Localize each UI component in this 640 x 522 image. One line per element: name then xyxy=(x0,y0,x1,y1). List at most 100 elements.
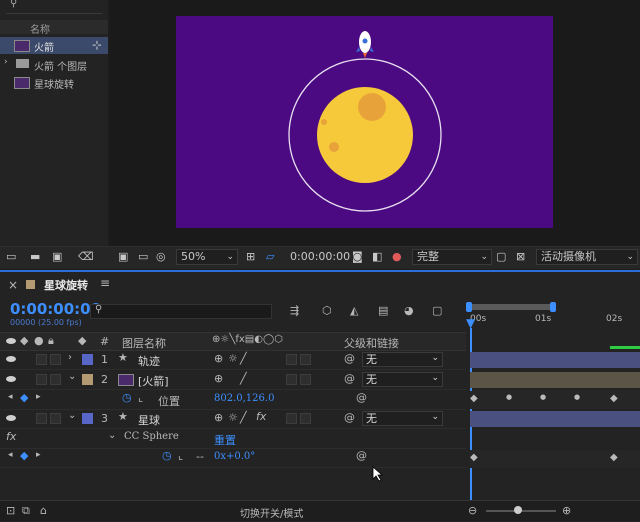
preview-icon[interactable]: ▣ xyxy=(118,250,128,263)
render-time-icon[interactable]: ⊡ xyxy=(6,504,15,517)
keyframe-prev-icon[interactable]: ◂ xyxy=(8,450,13,460)
lock-icon[interactable]: 🔒︎ xyxy=(48,334,54,348)
keyframe-icon[interactable]: ◆ xyxy=(470,452,478,463)
property-row-rotation[interactable]: ◂ ◆ ▸ ◷ ⌞ -- 0x+0.0° @ xyxy=(0,448,466,468)
project-search-field[interactable]: ⚲ xyxy=(6,0,102,14)
position-value[interactable]: 802.0,126.0 xyxy=(214,393,274,404)
label-icon[interactable]: ◆ xyxy=(78,334,86,347)
graph-editor-icon[interactable]: ⇶ xyxy=(290,304,299,317)
zoom-in-icon[interactable]: ⊕ xyxy=(562,504,571,517)
keyframe-icon[interactable]: ● xyxy=(574,393,580,401)
flowchart-icon[interactable]: ⊹ xyxy=(92,38,102,52)
mask-icon[interactable]: ◎ xyxy=(156,250,166,263)
quality-icon[interactable]: ☼ xyxy=(228,411,238,424)
keyframe-track[interactable]: ◆ ◆ xyxy=(470,450,640,468)
collapse-icon[interactable]: ⊕ xyxy=(214,352,223,365)
parent-select[interactable]: 无 ⌄ xyxy=(362,411,443,426)
keyframe-prev-icon[interactable]: ◂ xyxy=(8,392,13,402)
eye-icon[interactable] xyxy=(6,376,16,382)
effect-name[interactable]: CC Sphere xyxy=(124,431,179,442)
keyframe-add-icon[interactable]: ◆ xyxy=(20,449,28,462)
effect-row[interactable]: fx ⌄ CC Sphere 重置 xyxy=(0,429,466,449)
stopwatch-icon[interactable]: ◷ xyxy=(162,449,172,462)
fx-icon[interactable]: fx xyxy=(256,410,266,423)
time-navigator-start-handle[interactable] xyxy=(466,302,472,312)
eye-icon[interactable] xyxy=(6,338,16,344)
toggle-box[interactable] xyxy=(50,374,61,385)
graph-icon[interactable]: ⌞ xyxy=(138,391,143,404)
layer-search-input[interactable]: ⚲ xyxy=(90,304,272,319)
graph-icon[interactable]: ⌞ xyxy=(178,449,183,462)
trash-icon[interactable]: ⌫ xyxy=(78,250,94,263)
toggle-box[interactable] xyxy=(36,374,47,385)
channel-icon[interactable]: ● xyxy=(392,250,402,263)
composition-icon[interactable]: ▣ xyxy=(52,250,62,263)
pickwhip-icon[interactable]: @ xyxy=(356,449,367,462)
keyframe-next-icon[interactable]: ▸ xyxy=(36,392,41,402)
pickwhip-icon[interactable]: @ xyxy=(344,372,355,385)
brainstorm-icon[interactable]: ▢ xyxy=(432,304,442,317)
grid-icon[interactable]: ⊞ xyxy=(246,250,255,263)
time-navigator-bar[interactable] xyxy=(470,304,554,310)
resolution-select[interactable]: 完整 ⌄ xyxy=(412,249,492,265)
folder-icon[interactable]: ▬ xyxy=(30,250,40,263)
fx-icon[interactable]: fx xyxy=(6,430,16,443)
label-color-swatch[interactable] xyxy=(82,413,93,424)
layer-name[interactable]: 轨迹 xyxy=(138,353,160,369)
keyframe-icon[interactable]: ◆ xyxy=(610,452,618,463)
monitor-icon[interactable]: ▭ xyxy=(138,250,148,263)
time-navigator-end-handle[interactable] xyxy=(550,302,556,312)
layer-bar[interactable] xyxy=(470,352,640,368)
collapse-icon[interactable]: ⊕ xyxy=(214,372,223,385)
layer-switches-icon[interactable]: ⌂ xyxy=(40,504,47,517)
solo-icon[interactable]: ● xyxy=(34,334,44,347)
region-of-interest-icon[interactable]: ▢ xyxy=(496,250,506,263)
close-icon[interactable]: × xyxy=(8,278,18,292)
layer-name[interactable]: [火箭] xyxy=(138,373,169,389)
keyframe-icon[interactable]: ◆ xyxy=(610,393,618,404)
pickwhip-icon[interactable]: @ xyxy=(356,391,367,404)
toggle-box[interactable] xyxy=(50,413,61,424)
collapse-icon[interactable]: ⊕ xyxy=(214,411,223,424)
parent-select[interactable]: 无 ⌄ xyxy=(362,352,443,367)
switches-icon[interactable]: ⊕☼╲fx▤◐◯⬡ xyxy=(212,334,283,345)
menu-icon[interactable]: ≡ xyxy=(100,276,110,290)
property-row-position[interactable]: ◂ ◆ ▸ ◷ ⌞ 位置 802.0,126.0 @ xyxy=(0,390,466,410)
label-color-swatch[interactable] xyxy=(82,374,93,385)
camera-select[interactable]: 活动摄像机 ⌄ xyxy=(536,249,638,265)
pickwhip-icon[interactable]: @ xyxy=(344,411,355,424)
chevron-down-icon[interactable]: ⌄ xyxy=(68,410,76,421)
transparency-grid-icon[interactable]: ⊠ xyxy=(516,250,525,263)
toggle-box[interactable] xyxy=(286,374,297,385)
column-parent[interactable]: 父级和链接 xyxy=(344,335,399,351)
layer-row[interactable]: ⌄ 3 ★ 星球 ⊕ ☼ ╱ fx @ 无 ⌄ xyxy=(0,409,466,429)
effect-reset-link[interactable]: 重置 xyxy=(214,432,236,448)
rotation-value[interactable]: 0x+0.0° xyxy=(214,451,255,462)
toggle-box[interactable] xyxy=(286,413,297,424)
audio-icon[interactable]: ◆ xyxy=(20,334,28,347)
pickwhip-icon[interactable]: @ xyxy=(344,352,355,365)
chevron-right-icon[interactable]: › xyxy=(68,352,72,363)
eye-icon[interactable] xyxy=(6,356,16,362)
keyframe-icon[interactable]: ◆ xyxy=(470,393,478,404)
toggle-box[interactable] xyxy=(50,354,61,365)
chevron-right-icon[interactable]: › xyxy=(4,57,8,67)
quality-icon[interactable]: ☼ xyxy=(228,352,238,365)
layer-name[interactable]: 星球 xyxy=(138,412,160,428)
toggle-box[interactable] xyxy=(36,354,47,365)
composition-canvas[interactable] xyxy=(176,16,553,228)
bpc-icon[interactable]: ▭ xyxy=(6,250,16,263)
quality-slash-icon[interactable]: ╱ xyxy=(240,372,247,385)
frame-blending-icon[interactable]: ▤ xyxy=(378,304,388,317)
comp-tab-title[interactable]: 星球旋转 xyxy=(44,277,88,293)
keyframe-track[interactable]: ◆ ● ● ● ◆ xyxy=(470,391,640,409)
zoom-slider-thumb[interactable] xyxy=(514,506,522,514)
toggle-box[interactable] xyxy=(300,413,311,424)
motion-blur-icon[interactable]: ◕ xyxy=(404,304,414,317)
mask-visibility-icon[interactable]: ▱ xyxy=(266,250,274,263)
project-item-rocket[interactable]: 火箭 ⊹ xyxy=(0,37,108,54)
column-layer-name[interactable]: 图层名称 xyxy=(122,335,166,351)
toggle-box[interactable] xyxy=(286,354,297,365)
layer-bar[interactable] xyxy=(470,372,640,388)
zoom-select[interactable]: 50% ⌄ xyxy=(176,249,238,265)
